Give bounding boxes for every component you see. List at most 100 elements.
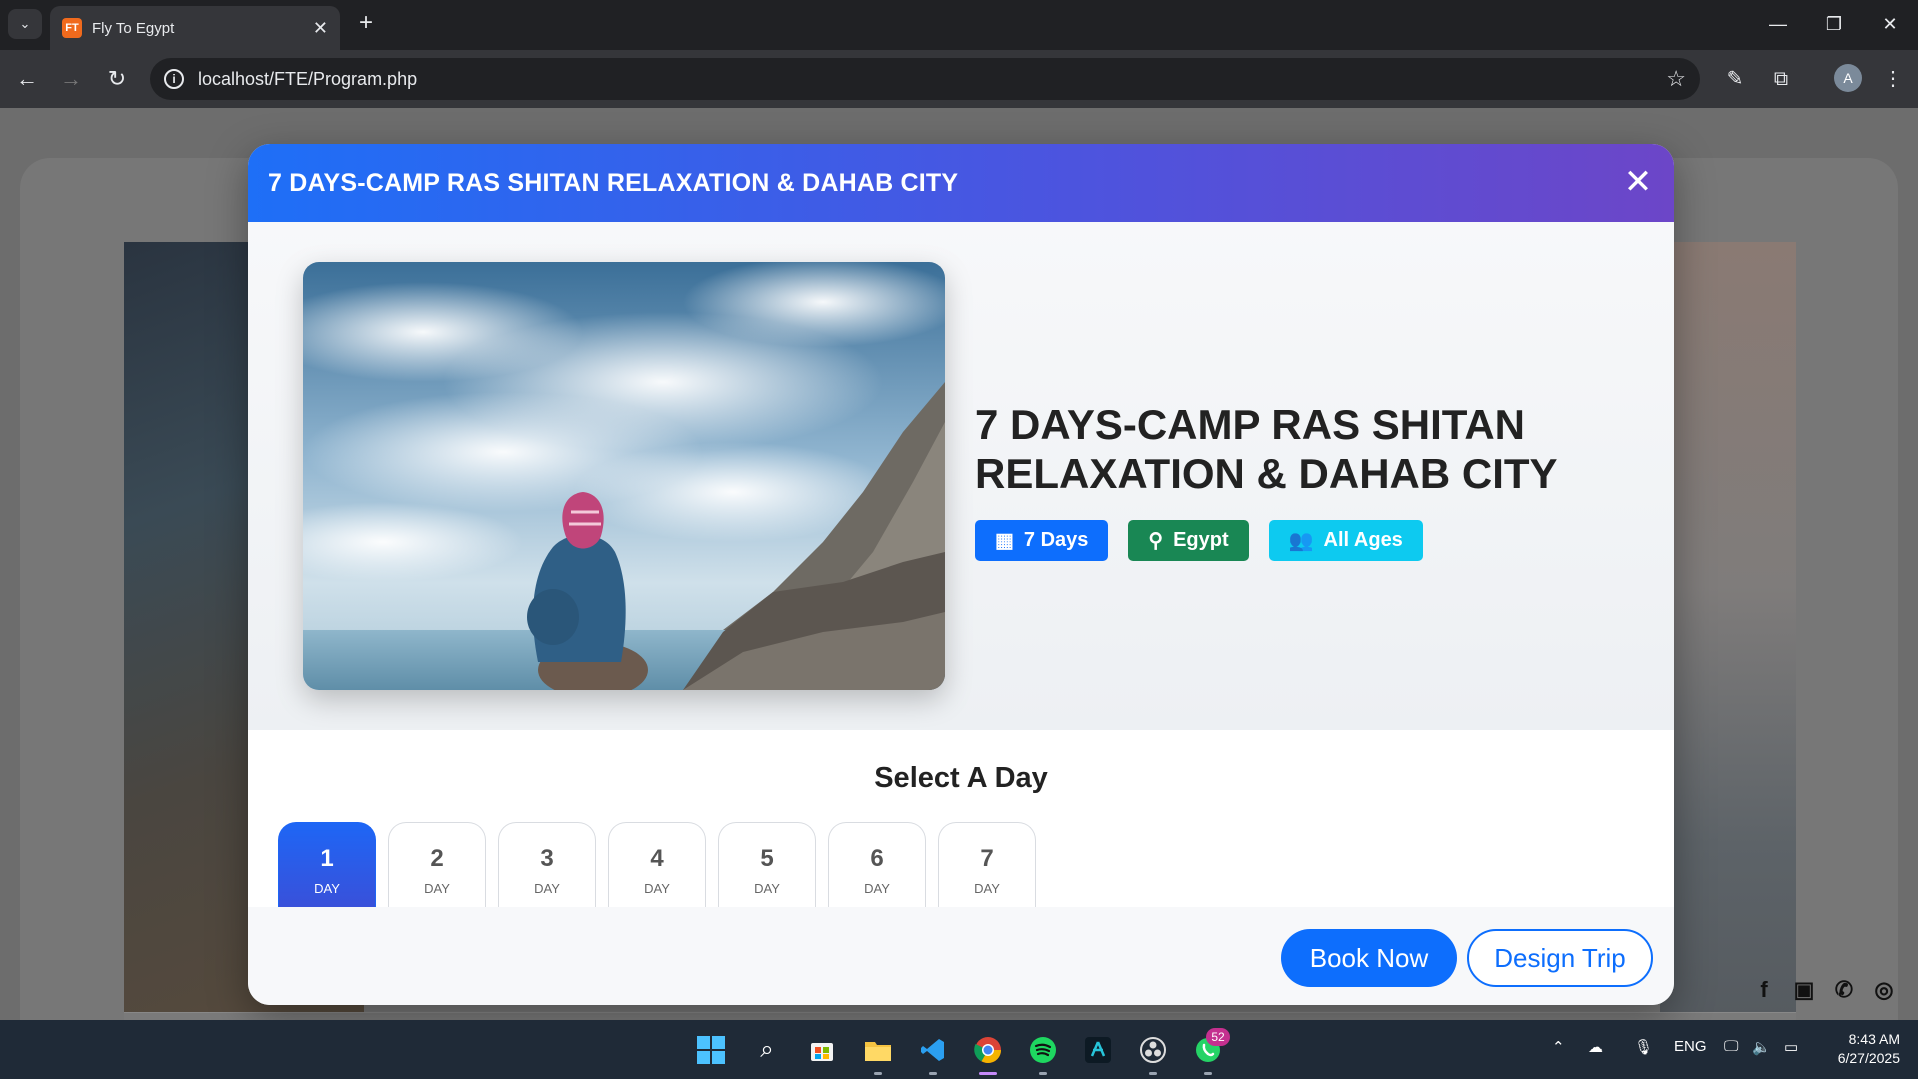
profile-avatar[interactable]: A bbox=[1834, 64, 1862, 92]
browser-tab-active[interactable]: FT Fly To Egypt ✕ bbox=[50, 6, 340, 50]
facebook-icon[interactable]: f bbox=[1750, 976, 1778, 1004]
window-close-icon[interactable]: ✕ bbox=[1870, 10, 1910, 38]
back-arrow-icon[interactable]: ← bbox=[12, 64, 42, 94]
program-modal: 7 DAYS-CAMP RAS SHITAN RELAXATION & DAHA… bbox=[248, 144, 1674, 1005]
reload-icon[interactable]: ↻ bbox=[102, 64, 132, 94]
program-badges: ▦ 7 Days ⚲ Egypt 👥 All Ages bbox=[975, 520, 1635, 561]
day-label: DAY bbox=[644, 881, 670, 896]
map-pin-icon: ⚲ bbox=[1148, 530, 1164, 552]
bookmark-star-icon[interactable]: ☆ bbox=[1666, 66, 1686, 92]
battery-icon[interactable]: ▭ bbox=[1784, 1038, 1798, 1056]
forward-arrow-icon[interactable]: → bbox=[56, 64, 86, 94]
ages-badge-label: All Ages bbox=[1323, 529, 1403, 551]
day-label: DAY bbox=[864, 881, 890, 896]
day-number: 2 bbox=[430, 845, 444, 872]
browser-toolbar: ← → ↻ i localhost/FTE/Program.php ☆ ✎ ⧉ … bbox=[0, 50, 1918, 108]
inbox-icon[interactable]: ▣ bbox=[1790, 976, 1818, 1004]
whatsapp-running-indicator bbox=[1204, 1072, 1212, 1075]
language-indicator[interactable]: ENG bbox=[1674, 1038, 1707, 1055]
day-selector: Select A Day 1 DAY 2 DAY 3 DAY 4 DAY 5 D… bbox=[248, 730, 1674, 910]
program-info: 7 DAYS-CAMP RAS SHITAN RELAXATION & DAHA… bbox=[975, 400, 1635, 561]
vscode-running-indicator bbox=[929, 1072, 937, 1075]
program-photo bbox=[303, 262, 945, 690]
obs-running-indicator bbox=[1149, 1072, 1157, 1075]
app-butterfly-icon[interactable] bbox=[1080, 1032, 1116, 1068]
calendar-icon: ▦ bbox=[995, 530, 1014, 552]
whatsapp-unread-badge: 52 bbox=[1206, 1028, 1230, 1046]
taskbar: ⌕ 52 ⌃ ☁ 🎙 ENG 🖵 🔈 ▭ 8:43 AM 6/27/2025 bbox=[0, 1020, 1918, 1079]
program-heading-line2: RELAXATION & DAHAB CITY bbox=[975, 450, 1558, 497]
weather-cloud-icon[interactable]: ☁ bbox=[1588, 1038, 1603, 1056]
day-number: 3 bbox=[540, 845, 554, 872]
minimize-icon[interactable]: — bbox=[1758, 10, 1798, 38]
ages-badge: 👥 All Ages bbox=[1268, 520, 1423, 561]
program-heading: 7 DAYS-CAMP RAS SHITAN RELAXATION & DAHA… bbox=[975, 400, 1635, 498]
modal-title: 7 DAYS-CAMP RAS SHITAN RELAXATION & DAHA… bbox=[268, 168, 959, 197]
address-url[interactable]: localhost/FTE/Program.php bbox=[198, 69, 1666, 90]
day-number: 4 bbox=[650, 845, 664, 872]
duration-badge-label: 7 Days bbox=[1023, 529, 1089, 551]
chrome-active-indicator bbox=[979, 1072, 997, 1075]
background-program-cards bbox=[124, 1012, 1796, 1020]
explorer-running-indicator bbox=[874, 1072, 882, 1075]
day-tab-7[interactable]: 7 DAY bbox=[938, 822, 1036, 910]
day-label: DAY bbox=[314, 881, 340, 896]
day-number: 1 bbox=[320, 845, 334, 872]
tab-search-chevron-icon[interactable]: ⌄ bbox=[8, 9, 42, 39]
day-tab-1[interactable]: 1 DAY bbox=[278, 822, 376, 910]
day-tab-6[interactable]: 6 DAY bbox=[828, 822, 926, 910]
users-icon: 👥 bbox=[1288, 530, 1314, 552]
program-heading-line1: 7 DAYS-CAMP RAS SHITAN bbox=[975, 401, 1525, 448]
system-clock[interactable]: 8:43 AM 6/27/2025 bbox=[1820, 1030, 1900, 1068]
microphone-icon[interactable]: 🎙 bbox=[1634, 1038, 1653, 1056]
spotify-icon[interactable] bbox=[1025, 1032, 1061, 1068]
day-label: DAY bbox=[424, 881, 450, 896]
day-tabs: 1 DAY 2 DAY 3 DAY 4 DAY 5 DAY 6 DAY 7 DA… bbox=[278, 822, 1036, 910]
modal-header: 7 DAYS-CAMP RAS SHITAN RELAXATION & DAHA… bbox=[248, 144, 1674, 222]
clock-date: 6/27/2025 bbox=[1837, 1050, 1900, 1066]
location-badge: ⚲ Egypt bbox=[1128, 520, 1249, 561]
address-bar[interactable]: i localhost/FTE/Program.php ☆ bbox=[150, 58, 1700, 100]
duration-badge: ▦ 7 Days bbox=[975, 520, 1109, 561]
search-icon[interactable]: ⌕ bbox=[749, 1032, 785, 1068]
day-number: 6 bbox=[870, 845, 884, 872]
instagram-icon[interactable]: ◎ bbox=[1870, 976, 1898, 1004]
modal-footer: Book Now Design Trip bbox=[248, 907, 1674, 1005]
clock-time: 8:43 AM bbox=[1848, 1031, 1900, 1047]
chrome-icon[interactable] bbox=[970, 1032, 1006, 1068]
day-tab-2[interactable]: 2 DAY bbox=[388, 822, 486, 910]
tab-title: Fly To Egypt bbox=[92, 19, 175, 37]
extensions-puzzle-icon[interactable]: ⧉ bbox=[1766, 64, 1796, 94]
site-favicon-icon: FT bbox=[62, 18, 82, 38]
eyedropper-icon[interactable]: ✎ bbox=[1720, 64, 1750, 94]
file-explorer-icon[interactable] bbox=[860, 1032, 896, 1068]
book-now-button[interactable]: Book Now bbox=[1281, 929, 1457, 987]
program-hero: 7 DAYS-CAMP RAS SHITAN RELAXATION & DAHA… bbox=[248, 222, 1674, 730]
network-icon[interactable]: 🖵 bbox=[1724, 1038, 1738, 1055]
day-label: DAY bbox=[534, 881, 560, 896]
day-tab-5[interactable]: 5 DAY bbox=[718, 822, 816, 910]
volume-icon[interactable]: 🔈 bbox=[1752, 1038, 1771, 1056]
day-number: 7 bbox=[980, 845, 994, 872]
tab-close-icon[interactable]: ✕ bbox=[313, 18, 328, 39]
microsoft-store-icon[interactable] bbox=[804, 1032, 840, 1068]
site-info-icon[interactable]: i bbox=[164, 69, 184, 89]
design-trip-button[interactable]: Design Trip bbox=[1467, 929, 1653, 987]
windows-start-icon[interactable] bbox=[693, 1032, 729, 1068]
day-label: DAY bbox=[754, 881, 780, 896]
vscode-icon[interactable] bbox=[915, 1032, 951, 1068]
select-day-title: Select A Day bbox=[874, 762, 1048, 794]
modal-close-icon[interactable]: ✕ bbox=[1620, 164, 1656, 200]
browser-tabbar: ⌄ FT Fly To Egypt ✕ + — ❐ ✕ bbox=[0, 0, 1918, 50]
tray-chevron-up-icon[interactable]: ⌃ bbox=[1552, 1038, 1565, 1056]
new-tab-plus-icon[interactable]: + bbox=[352, 10, 380, 38]
day-tab-3[interactable]: 3 DAY bbox=[498, 822, 596, 910]
restore-icon[interactable]: ❐ bbox=[1814, 10, 1854, 38]
obs-icon[interactable] bbox=[1135, 1032, 1171, 1068]
menu-kebab-icon[interactable]: ⋮ bbox=[1878, 64, 1908, 94]
day-tab-4[interactable]: 4 DAY bbox=[608, 822, 706, 910]
location-badge-label: Egypt bbox=[1173, 529, 1229, 551]
background-boat-photo bbox=[1660, 242, 1796, 1020]
day-number: 5 bbox=[760, 845, 774, 872]
whatsapp-icon[interactable]: ✆ bbox=[1830, 976, 1858, 1004]
